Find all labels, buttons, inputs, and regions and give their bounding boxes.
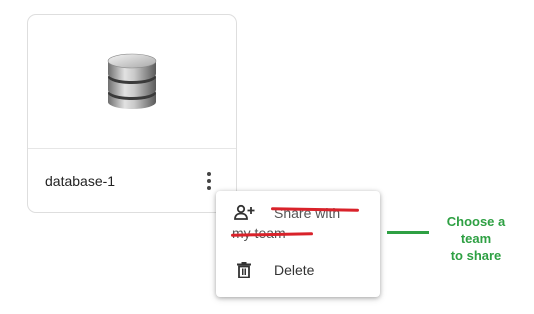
trash-icon	[237, 262, 251, 278]
menu-item-share[interactable]: Share with my team	[216, 191, 380, 245]
share-label: Share with my team	[232, 203, 366, 241]
callout-line2: to share	[450, 248, 502, 263]
database-name: database-1	[45, 173, 116, 189]
database-card[interactable]: database-1	[27, 14, 237, 213]
person-add-icon	[234, 204, 255, 220]
menu-item-delete[interactable]: Delete	[216, 255, 380, 285]
more-vertical-icon[interactable]	[197, 169, 221, 193]
callout-line1: Choose a team	[446, 214, 506, 246]
delete-label: Delete	[274, 262, 315, 278]
card-preview	[28, 15, 236, 149]
callout-text: Choose a team to share	[430, 213, 522, 264]
card-footer: database-1	[28, 149, 236, 213]
callout-line	[387, 231, 429, 234]
database-icon	[107, 53, 157, 109]
